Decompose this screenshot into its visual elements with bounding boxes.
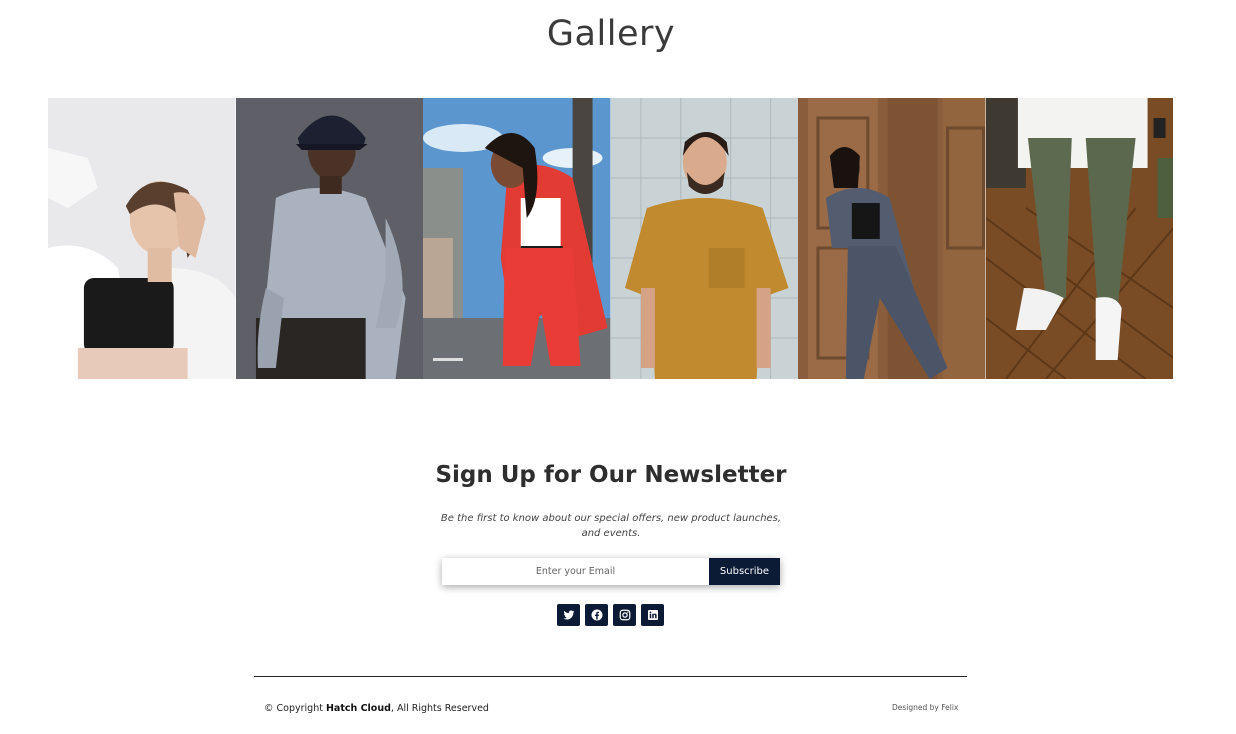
twitter-link[interactable] xyxy=(557,604,580,626)
instagram-icon xyxy=(619,609,630,621)
email-field[interactable] xyxy=(442,558,709,585)
photo-sneakers-wood-floor[interactable] xyxy=(985,98,1173,379)
photo-woman-red-suit[interactable] xyxy=(423,98,611,379)
gallery-strip xyxy=(48,98,1173,379)
photo-man-bucket-hat[interactable] xyxy=(235,98,423,379)
linkedin-icon xyxy=(647,610,658,620)
newsletter-description: Be the first to know about our special o… xyxy=(440,513,782,539)
subscribe-form: Subscribe xyxy=(442,558,780,585)
linkedin-link[interactable] xyxy=(641,604,664,626)
gallery-title: Gallery xyxy=(546,14,676,54)
photo-woman-white-shirt[interactable] xyxy=(48,98,236,379)
facebook-icon xyxy=(591,609,602,621)
newsletter-heading: Sign Up for Our Newsletter xyxy=(435,462,787,488)
brand-name: Hatch Cloud xyxy=(325,703,391,714)
instagram-link[interactable] xyxy=(613,604,636,626)
copyright-text: © Copyright Hatch Cloud, All Rights Rese… xyxy=(264,703,489,714)
photo-man-mustard-tee[interactable] xyxy=(610,98,798,379)
photo-woman-grey-suit[interactable] xyxy=(798,98,986,379)
footer-divider xyxy=(254,676,967,677)
subscribe-button[interactable]: Subscribe xyxy=(709,558,780,585)
social-links xyxy=(557,604,664,626)
facebook-link[interactable] xyxy=(585,604,608,626)
designed-by-text: Designed by Felix xyxy=(892,703,959,712)
copyright-prefix: © Copyright xyxy=(264,703,326,714)
twitter-icon xyxy=(563,610,574,620)
copyright-suffix: , All Rights Reserved xyxy=(390,703,489,714)
